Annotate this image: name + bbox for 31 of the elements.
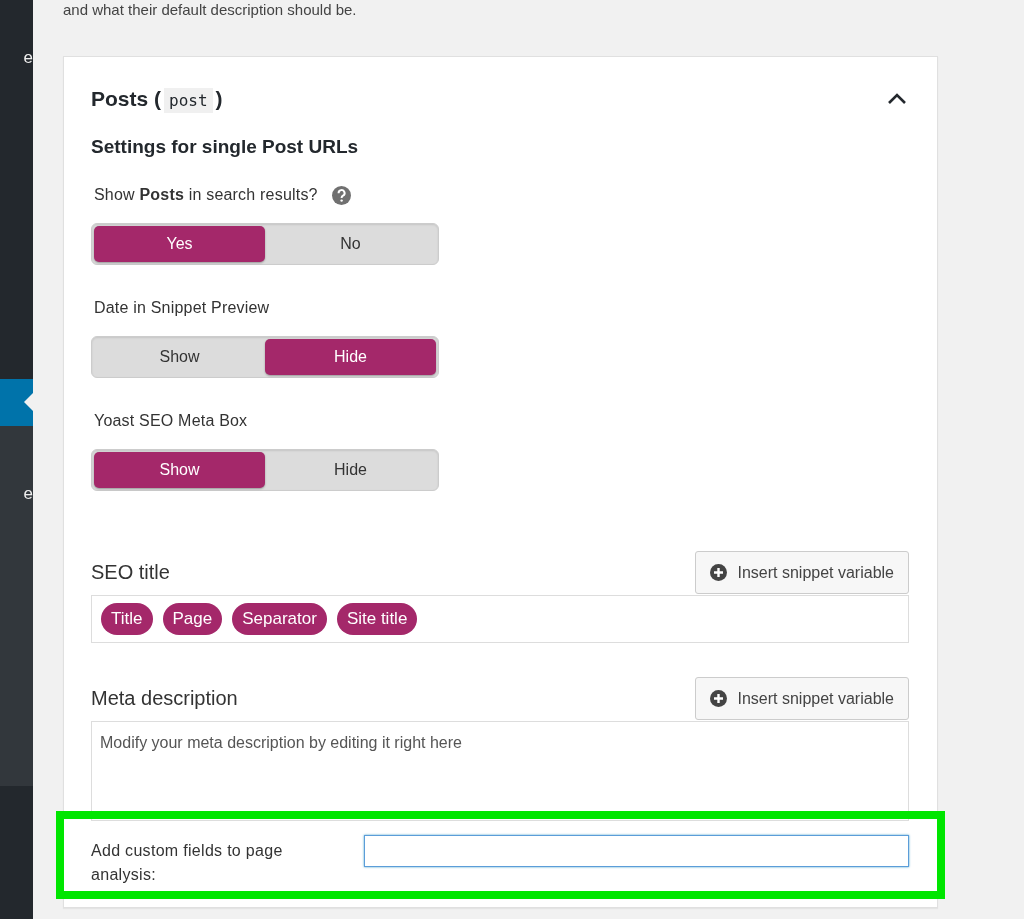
insert-snippet-button[interactable]: Insert snippet variable [695, 677, 909, 720]
intro-text: and what their default description should be. [63, 0, 358, 20]
setting-label: Yoast SEO Meta Box [94, 412, 248, 430]
plus-icon [710, 564, 728, 581]
sidebar-item[interactable]: e [0, 40, 33, 87]
field-label: Meta description [91, 687, 238, 710]
toggle-option[interactable]: Hide [265, 339, 436, 375]
setting-label: Show Posts in search results? [94, 186, 318, 204]
chevron-icon[interactable] [887, 93, 907, 105]
setting-label: Date in Snippet Preview [94, 299, 270, 317]
sidebar-item[interactable]: e [0, 426, 33, 786]
toggle-option[interactable]: Show [94, 452, 265, 488]
meta-description-field[interactable]: Modify your meta description by editing it right here [91, 721, 909, 821]
section-title: Posts ( post ) [91, 87, 223, 111]
variable-tag: Page [162, 603, 223, 635]
custom-fields-input[interactable] [364, 835, 909, 867]
variable-tag: Title [101, 603, 153, 635]
section-subtitle: Settings for single Post URLs [91, 136, 360, 158]
help-icon[interactable] [331, 185, 351, 205]
sidebar-item[interactable] [0, 379, 33, 426]
toggle-option[interactable]: Show [94, 339, 265, 375]
variable-tag: Site title [336, 603, 418, 635]
field-label: Add custom fields to page analysis: [91, 841, 284, 885]
toggle-option[interactable]: No [265, 226, 436, 262]
plus-icon [710, 690, 728, 707]
seo-title-field[interactable]: Title Page Separator Site title [91, 595, 909, 643]
toggle-option[interactable]: Hide [265, 452, 436, 488]
field-label: SEO title [91, 561, 170, 584]
insert-snippet-button[interactable]: Insert snippet variable [695, 551, 909, 594]
variable-tag: Separator [232, 603, 327, 635]
toggle-option[interactable]: Yes [94, 226, 265, 262]
